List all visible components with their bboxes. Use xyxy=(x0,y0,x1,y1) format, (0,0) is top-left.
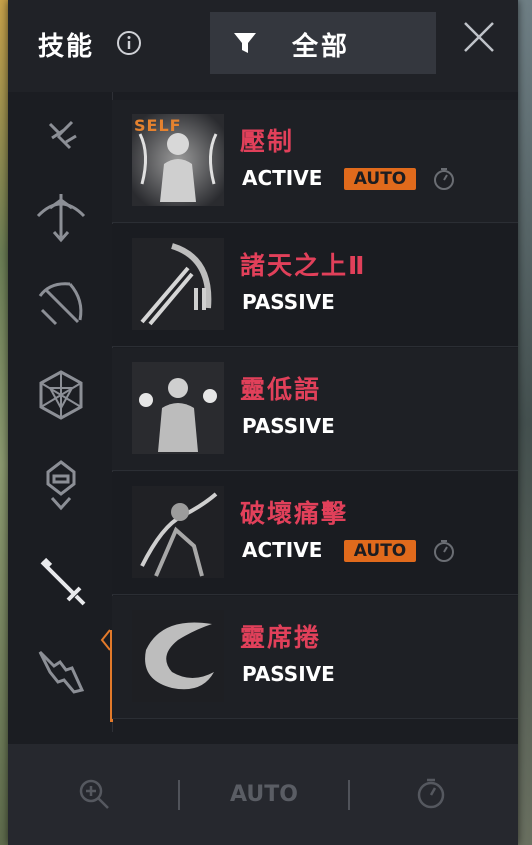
skill-type: ACTIVE xyxy=(242,538,323,562)
auto-badge: AUTO xyxy=(344,168,416,190)
cooldown-timer-icon xyxy=(434,168,454,190)
skill-row[interactable]: 靈低語 PASSIVE xyxy=(112,348,518,471)
filter-button[interactable]: 全部 xyxy=(210,12,436,74)
filter-label: 全部 xyxy=(292,32,351,62)
skills-panel: 技能 全部 SELF 壓制 ACTIVE AUTO 諸天之上Ⅱ PASSIVE … xyxy=(8,0,518,845)
category-crossbow[interactable] xyxy=(30,274,92,336)
sword-icon xyxy=(40,557,86,606)
footer-divider xyxy=(178,780,180,810)
info-icon[interactable] xyxy=(116,30,142,56)
panel-title: 技能 xyxy=(38,32,95,62)
wings-feather-icon xyxy=(48,120,77,150)
skill-name: 破壞痛擊 xyxy=(240,499,349,528)
spirit-whisper-skill-icon xyxy=(132,362,224,454)
skill-name: 壓制 xyxy=(240,127,295,156)
bow-arrow-icon xyxy=(36,194,86,243)
skill-row[interactable]: 破壞痛擊 ACTIVE AUTO xyxy=(112,472,518,595)
category-bow[interactable] xyxy=(30,186,92,248)
category-hooded[interactable] xyxy=(30,454,92,516)
footer-toolbar: AUTO xyxy=(8,744,518,845)
auto-badge: AUTO xyxy=(344,540,416,562)
skill-type: PASSIVE xyxy=(242,290,335,314)
self-tag: SELF xyxy=(134,116,182,135)
footer-auto-button[interactable]: AUTO xyxy=(230,782,298,807)
skill-type: PASSIVE xyxy=(242,414,335,438)
category-wings[interactable] xyxy=(30,108,92,170)
category-sword[interactable] xyxy=(30,550,92,612)
skill-name: 諸天之上Ⅱ xyxy=(240,251,367,280)
zoom-in-icon[interactable] xyxy=(78,778,110,810)
spirit-sweep-skill-icon xyxy=(132,610,224,702)
skill-row[interactable]: SELF 壓制 ACTIVE AUTO xyxy=(112,100,518,223)
skill-row[interactable]: 諸天之上Ⅱ PASSIVE xyxy=(112,224,518,347)
cooldown-timer-icon xyxy=(434,540,454,562)
footer-timer-icon[interactable] xyxy=(416,776,446,810)
heavens-above-skill-icon xyxy=(132,238,224,330)
background-right xyxy=(518,0,532,845)
footer-divider xyxy=(348,780,350,810)
skill-name: 靈席捲 xyxy=(240,623,322,652)
geometric-orb-icon xyxy=(39,370,83,420)
destruction-strike-skill-icon xyxy=(132,486,224,578)
filter-icon xyxy=(234,33,256,53)
skill-type: PASSIVE xyxy=(242,662,335,686)
close-icon[interactable] xyxy=(462,20,496,54)
skill-row[interactable]: 靈席捲 PASSIVE xyxy=(112,596,518,719)
category-sidebar xyxy=(8,92,113,732)
crossbow-icon xyxy=(38,282,83,326)
broken-blade-icon xyxy=(38,650,85,694)
hooded-figure-icon xyxy=(46,460,76,511)
category-orb[interactable] xyxy=(30,364,92,426)
skill-type: ACTIVE xyxy=(242,166,323,190)
panel-header: 技能 全部 xyxy=(8,0,518,92)
skill-name: 靈低語 xyxy=(240,375,322,404)
category-broken-blade[interactable] xyxy=(30,640,92,702)
